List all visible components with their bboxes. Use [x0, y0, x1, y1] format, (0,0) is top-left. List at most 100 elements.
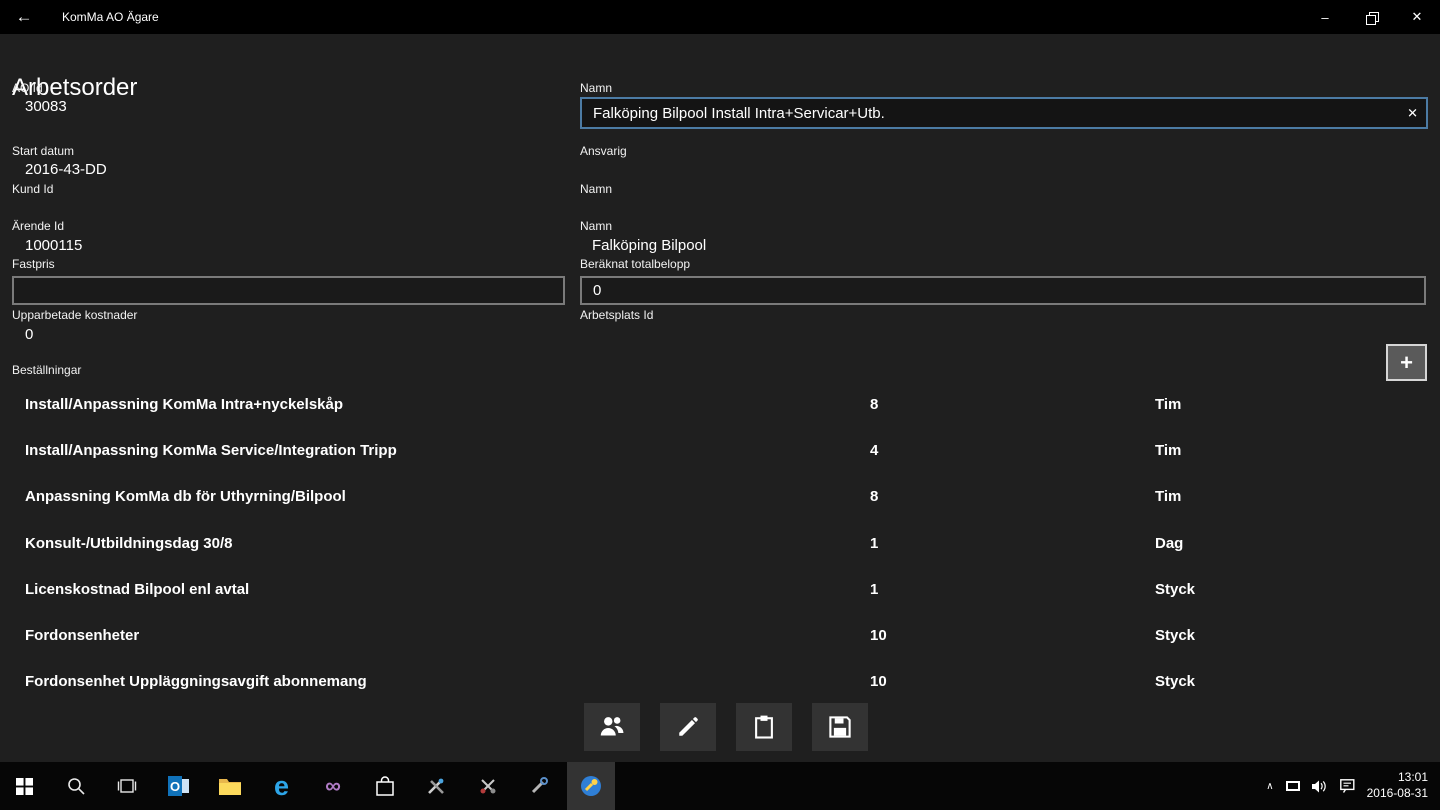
save-button[interactable]: [812, 703, 868, 751]
task-view-button[interactable]: [103, 762, 151, 810]
save-icon: [829, 716, 851, 738]
tools-app-button[interactable]: [412, 762, 460, 810]
clock-time: 13:01: [1397, 770, 1428, 785]
titlebar: ← KomMa AO Ägare – ✕: [0, 0, 1440, 34]
beraknat-totalbelopp-input[interactable]: [580, 276, 1426, 305]
store-button[interactable]: [361, 762, 409, 810]
namn-label: Namn: [580, 81, 613, 95]
system-tray: ∧ 13:01 2016-08-31: [1266, 762, 1440, 810]
restore-icon: [1365, 11, 1379, 25]
volume-button[interactable]: [1311, 780, 1328, 793]
ansvarig-label: Ansvarig: [580, 144, 627, 158]
window-title: KomMa AO Ägare: [62, 10, 159, 24]
order-unit: Tim: [1155, 488, 1182, 506]
order-name: Anpassning KomMa db för Uthyrning/Bilpoo…: [25, 488, 346, 506]
order-quantity: 8: [870, 488, 879, 506]
clipboard-button[interactable]: [736, 703, 792, 751]
order-name: Fordonsenhet Uppläggningsavgift abonnema…: [25, 673, 367, 691]
taskbar-apps: O e ∞: [0, 762, 618, 810]
edge-icon: e: [273, 770, 290, 801]
upparbetade-label: Upparbetade kostnader: [12, 308, 138, 322]
minimize-icon: –: [1321, 9, 1329, 25]
wrench-app-icon: [531, 777, 548, 794]
order-unit: Styck: [1155, 673, 1196, 691]
network-display-button[interactable]: [1285, 781, 1300, 791]
people-icon: [600, 717, 624, 736]
komma-app-button[interactable]: [566, 762, 615, 810]
fastpris-label: Fastpris: [12, 257, 55, 271]
order-row[interactable]: Anpassning KomMa db för Uthyrning/Bilpoo…: [0, 474, 1440, 520]
namn-input-wrap: ✕: [580, 97, 1428, 129]
minimize-button[interactable]: –: [1302, 0, 1348, 34]
back-arrow-icon: ←: [15, 7, 33, 26]
clear-text-icon[interactable]: ✕: [1407, 107, 1418, 120]
bestallningar-label: Beställningar: [12, 363, 82, 377]
search-icon: [67, 778, 85, 795]
order-name: Licenskostnad Bilpool enl avtal: [25, 580, 250, 598]
order-row[interactable]: Install/Anpassning KomMa Intra+nyckelskå…: [0, 381, 1440, 427]
order-row[interactable]: Fordonsenhet Uppläggningsavgift abonnema…: [0, 659, 1440, 705]
file-explorer-button[interactable]: [206, 762, 254, 810]
order-quantity: 10: [870, 627, 887, 645]
add-order-button[interactable]: +: [1386, 344, 1427, 381]
order-unit: Tim: [1155, 395, 1182, 413]
taskbar: O e ∞ ∧ 13:01 2016-08-31: [0, 762, 1440, 810]
arende-id-label: Ärende Id: [12, 219, 65, 233]
order-quantity: 1: [870, 580, 879, 598]
content-area: Arbetsorder AO Id 30083 Start datum 2016…: [0, 34, 1440, 762]
svg-text:O: O: [169, 779, 179, 794]
windows-logo-icon: [15, 777, 33, 795]
beraknat-input-wrap: [580, 276, 1426, 305]
close-button[interactable]: ✕: [1394, 0, 1440, 34]
task-view-icon: [117, 779, 137, 793]
orders-list: Install/Anpassning KomMa Intra+nyckelskå…: [0, 381, 1440, 705]
action-center-icon: [1339, 779, 1355, 793]
store-icon: [375, 776, 394, 796]
order-quantity: 4: [870, 441, 879, 459]
scissors-app-button[interactable]: [464, 762, 512, 810]
kund-id-label: Kund Id: [12, 182, 54, 196]
ao-id-label: AO Id: [12, 81, 43, 95]
edge-button[interactable]: e: [258, 762, 306, 810]
outlook-button[interactable]: O: [155, 762, 203, 810]
fastpris-input[interactable]: [12, 276, 565, 305]
order-quantity: 10: [870, 673, 887, 691]
order-row[interactable]: Install/Anpassning KomMa Service/Integra…: [0, 427, 1440, 473]
namn3-label: Namn: [580, 219, 613, 233]
komma-app-icon: [580, 776, 601, 796]
people-button[interactable]: [584, 703, 640, 751]
order-name: Konsult-/Utbildningsdag 30/8: [25, 534, 233, 552]
order-name: Fordonsenheter: [25, 627, 140, 645]
chevron-up-icon: ∧: [1266, 780, 1274, 792]
close-icon: ✕: [1411, 9, 1423, 24]
plus-icon: +: [1400, 349, 1413, 375]
visual-studio-icon: ∞: [325, 773, 341, 798]
order-row[interactable]: Fordonsenheter 10 Styck: [0, 612, 1440, 658]
visual-studio-button[interactable]: ∞: [309, 762, 357, 810]
outlook-icon: O: [167, 776, 189, 796]
tray-chevron-button[interactable]: ∧: [1266, 781, 1273, 792]
wrench-app-button[interactable]: [515, 762, 563, 810]
clock[interactable]: 13:01 2016-08-31: [1367, 770, 1428, 801]
order-unit: Dag: [1155, 534, 1184, 552]
edit-icon: [679, 717, 698, 736]
order-name: Install/Anpassning KomMa Service/Integra…: [25, 441, 397, 459]
start-button[interactable]: [0, 762, 48, 810]
order-name: Install/Anpassning KomMa Intra+nyckelskå…: [25, 395, 344, 413]
action-bar: [584, 703, 868, 751]
volume-icon: [1311, 780, 1326, 792]
back-button[interactable]: ←: [0, 0, 48, 34]
scissors-app-icon: [480, 779, 495, 794]
start-datum-value: 2016-43-DD: [25, 161, 107, 178]
beraknat-totalbelopp-label: Beräknat totalbelopp: [580, 257, 691, 271]
restore-button[interactable]: [1348, 0, 1394, 34]
order-row[interactable]: Konsult-/Utbildningsdag 30/8 1 Dag: [0, 520, 1440, 566]
action-center-button[interactable]: [1339, 779, 1355, 793]
edit-button[interactable]: [660, 703, 716, 751]
order-unit: Tim: [1155, 441, 1182, 459]
arbetsplats-id-label: Arbetsplats Id: [580, 308, 654, 322]
order-row[interactable]: Licenskostnad Bilpool enl avtal 1 Styck: [0, 566, 1440, 612]
network-display-icon: [1285, 781, 1300, 791]
search-button[interactable]: [52, 762, 100, 810]
namn-input[interactable]: [580, 97, 1428, 129]
